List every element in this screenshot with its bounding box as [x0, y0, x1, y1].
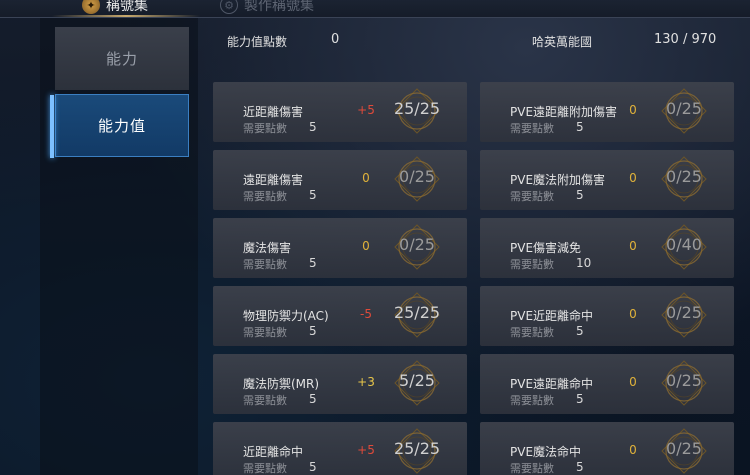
required-points-value: 5	[309, 256, 317, 270]
stat-bonus: +5	[357, 443, 375, 457]
stat-bonus: 0	[629, 103, 637, 117]
required-points-value: 5	[576, 188, 584, 202]
required-points-value: 5	[576, 324, 584, 338]
stat-card[interactable]: 物理防禦力(AC) -5 25/25 需要點數 5	[213, 286, 467, 346]
required-points-label: 需要點數	[243, 394, 287, 407]
stat-bonus: 0	[629, 239, 637, 253]
stat-name: PVE近距離命中	[510, 309, 594, 323]
stat-card[interactable]: 魔法傷害 0 0/25 需要點數 5	[213, 218, 467, 278]
stat-bonus: +5	[357, 103, 375, 117]
stat-name: 遠距離傷害	[243, 173, 304, 187]
required-points-label: 需要點數	[510, 258, 554, 271]
stat-name: 物理防禦力(AC)	[243, 309, 329, 323]
active-tab-underline	[52, 15, 200, 17]
tab-label: 製作稱號集	[244, 0, 314, 14]
hall-label: 哈英萬能國	[532, 35, 593, 49]
sidebar-item-ability-stats[interactable]: 能力值	[50, 94, 189, 158]
required-points-value: 10	[576, 256, 592, 270]
stat-card[interactable]: 遠距離傷害 0 0/25 需要點數 5	[213, 150, 467, 210]
stat-name: 近距離命中	[243, 445, 304, 459]
tab-label: 稱號集	[106, 0, 148, 14]
tab-craft-title-set[interactable]: ⚙ 製作稱號集	[220, 0, 314, 16]
tab-title-set[interactable]: ✦ 稱號集	[82, 0, 148, 16]
stat-name: PVE遠距離附加傷害	[510, 105, 618, 119]
stat-count: 0/25	[666, 439, 702, 458]
required-points-value: 5	[309, 120, 317, 134]
stat-count: 25/25	[393, 99, 441, 118]
stat-card[interactable]: PVE魔法附加傷害 0 0/25 需要點數 5	[480, 150, 734, 210]
required-points-label: 需要點數	[243, 462, 287, 475]
required-points-label: 需要點數	[243, 190, 287, 203]
required-points-value: 5	[576, 460, 584, 474]
emblem-icon: ✦	[82, 0, 100, 14]
sidebar-item-label: 能力	[105, 50, 138, 68]
required-points-value: 5	[309, 392, 317, 406]
stat-bonus: 0	[629, 307, 637, 321]
required-points-label: 需要點數	[243, 258, 287, 271]
stat-bonus: 0	[629, 443, 637, 457]
stat-bonus: 0	[629, 375, 637, 389]
stat-card[interactable]: 魔法防禦(MR) +3 5/25 需要點數 5	[213, 354, 467, 414]
stat-name: 魔法傷害	[243, 241, 292, 255]
required-points-label: 需要點數	[243, 326, 287, 339]
stat-name: PVE傷害減免	[510, 241, 582, 255]
required-points-label: 需要點數	[510, 462, 554, 475]
stat-name: 魔法防禦(MR)	[243, 377, 320, 391]
stat-card[interactable]: 近距離傷害 +5 25/25 需要點數 5	[213, 82, 467, 142]
stat-bonus: 0	[362, 171, 370, 185]
stat-count: 5/25	[399, 371, 435, 390]
stat-bonus: 0	[629, 171, 637, 185]
sidebar-item-ability[interactable]: 能力	[55, 27, 189, 90]
stat-bonus: +3	[357, 375, 375, 389]
stat-card[interactable]: PVE遠距離命中 0 0/25 需要點數 5	[480, 354, 734, 414]
required-points-value: 5	[576, 392, 584, 406]
stat-count: 0/40	[666, 235, 702, 254]
required-points-label: 需要點數	[510, 122, 554, 135]
required-points-label: 需要點數	[243, 122, 287, 135]
top-tab-bar: ✦ 稱號集 ⚙ 製作稱號集	[0, 0, 750, 18]
stat-count: 0/25	[666, 303, 702, 322]
stat-card[interactable]: PVE魔法命中 0 0/25 需要點數 5	[480, 422, 734, 475]
stat-count: 0/25	[666, 167, 702, 186]
required-points-value: 5	[309, 188, 317, 202]
sidebar: 能力 能力值	[40, 18, 198, 475]
required-points-value: 5	[576, 120, 584, 134]
points-value: 0	[331, 32, 340, 47]
stat-name: PVE遠距離命中	[510, 377, 594, 391]
required-points-label: 需要點數	[510, 190, 554, 203]
stat-name: PVE魔法命中	[510, 445, 582, 459]
stat-name: PVE魔法附加傷害	[510, 173, 606, 187]
required-points-label: 需要點數	[510, 326, 554, 339]
stat-count: 0/25	[666, 371, 702, 390]
stat-card[interactable]: 近距離命中 +5 25/25 需要點數 5	[213, 422, 467, 475]
stat-bonus: -5	[360, 307, 372, 321]
points-label: 能力值點數	[227, 35, 288, 49]
stat-bonus: 0	[362, 239, 370, 253]
stat-card[interactable]: PVE傷害減免 0 0/40 需要點數 10	[480, 218, 734, 278]
hall-value: 130 / 970	[654, 32, 717, 47]
sidebar-item-label: 能力值	[97, 117, 146, 135]
stat-count: 0/25	[399, 235, 435, 254]
required-points-value: 5	[309, 324, 317, 338]
stat-count: 25/25	[393, 303, 441, 322]
required-points-value: 5	[309, 460, 317, 474]
stat-card[interactable]: PVE近距離命中 0 0/25 需要點數 5	[480, 286, 734, 346]
stat-name: 近距離傷害	[243, 105, 304, 119]
required-points-label: 需要點數	[510, 394, 554, 407]
stat-count: 25/25	[393, 439, 441, 458]
gear-icon: ⚙	[220, 0, 238, 14]
stat-card[interactable]: PVE遠距離附加傷害 0 0/25 需要點數 5	[480, 82, 734, 142]
stat-count: 0/25	[399, 167, 435, 186]
stat-count: 0/25	[666, 99, 702, 118]
